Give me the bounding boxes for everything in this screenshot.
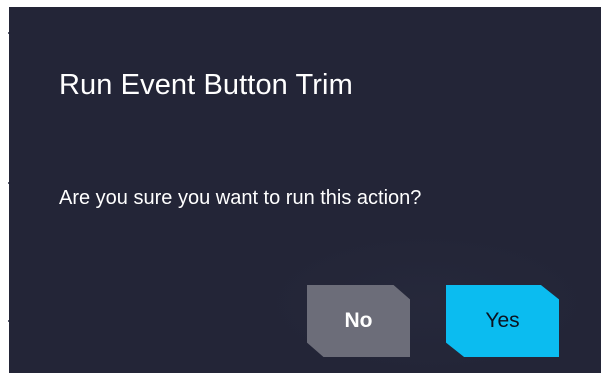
yes-button[interactable]: Yes [446, 285, 559, 357]
dialog-message: Are you sure you want to run this action… [59, 187, 422, 209]
page-background: Run Event Button Trim Are you sure you w… [0, 0, 605, 381]
dialog-title: Run Event Button Trim [59, 69, 353, 101]
no-button[interactable]: No [307, 285, 410, 357]
confirm-dialog: Run Event Button Trim Are you sure you w… [9, 7, 601, 373]
